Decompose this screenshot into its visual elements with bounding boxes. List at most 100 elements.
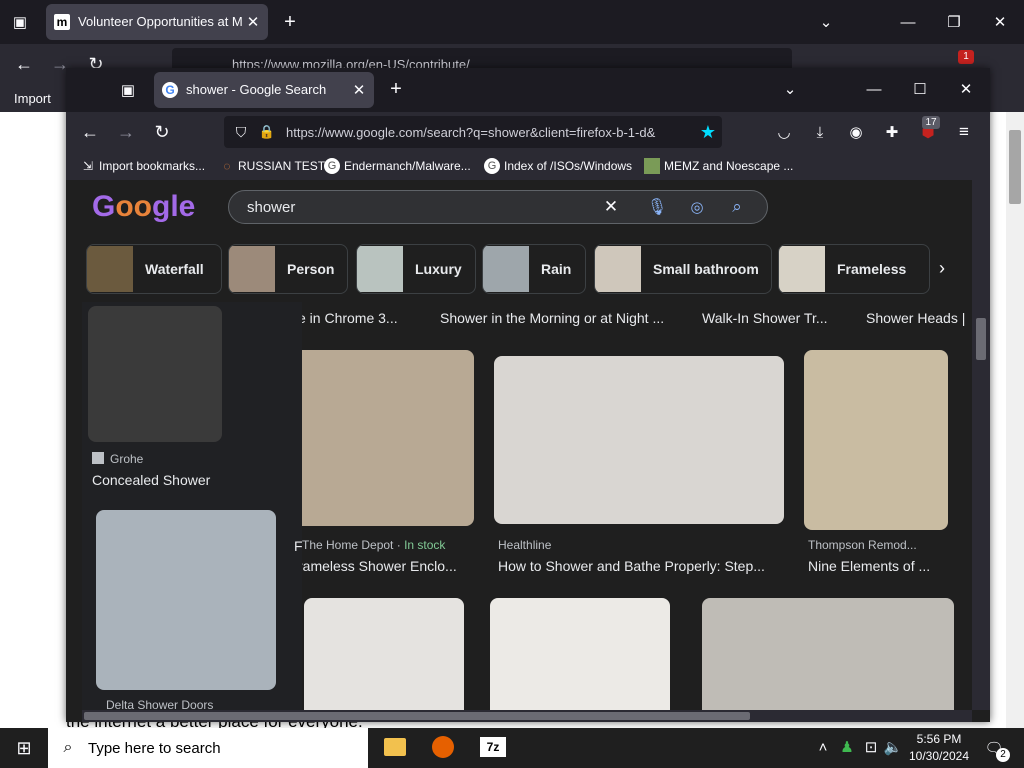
new-tab-icon[interactable]: + <box>386 78 406 100</box>
result-title[interactable]: Shower Heads | <box>866 310 965 326</box>
partial-caption: F <box>294 538 303 554</box>
front-tab-active[interactable]: G shower - Google Search ✕ <box>154 72 374 108</box>
loading-icon: ◌ <box>223 159 231 173</box>
close-window-icon[interactable]: ✕ <box>990 12 1010 32</box>
front-url-text: https://www.google.com/search?q=shower&c… <box>286 125 656 140</box>
google-doodle-logo[interactable]: Google <box>92 190 195 224</box>
notification-count-badge: 2 <box>996 748 1010 762</box>
seven-zip-icon[interactable]: 7z <box>480 737 506 757</box>
search-input[interactable]: shower <box>247 199 295 216</box>
chip-waterfall[interactable]: Waterfall <box>86 244 222 294</box>
shield-icon[interactable]: ⛉ <box>232 123 250 141</box>
firefox-icon[interactable] <box>432 736 454 758</box>
menu-icon[interactable]: ≡ <box>954 122 974 142</box>
result-image[interactable] <box>88 306 222 442</box>
bookmark-item[interactable]: Index of /ISOs/Windows <box>504 159 632 173</box>
back-scroll-thumb[interactable] <box>1009 130 1021 204</box>
tray-app-icon[interactable]: ♟ <box>838 738 856 756</box>
mic-icon[interactable]: 🎙 <box>647 197 667 217</box>
import-icon: ⇲ <box>82 159 94 173</box>
result-image[interactable] <box>494 356 784 524</box>
result-title[interactable]: Shower in the Morning or at Night ... <box>440 310 664 326</box>
chip-label: Luxury <box>415 261 462 277</box>
result-title[interactable]: Nine Elements of ... <box>808 558 930 574</box>
network-icon[interactable]: ⊡ <box>862 738 880 756</box>
back-scrollbar[interactable] <box>1006 112 1024 728</box>
chevron-down-icon[interactable]: ⌄ <box>780 79 800 99</box>
result-title[interactable]: How to Shower and Bathe Properly: Step..… <box>498 558 765 574</box>
close-icon[interactable]: ✕ <box>350 81 368 99</box>
lens-icon[interactable]: ◎ <box>687 197 707 217</box>
globe-icon: G <box>484 158 500 174</box>
close-window-icon[interactable]: ✕ <box>956 79 976 99</box>
chip-label: Frameless <box>837 261 907 277</box>
chevron-up-icon[interactable]: ˄ <box>814 738 832 756</box>
new-tab-icon[interactable]: + <box>280 11 300 33</box>
volume-icon[interactable]: 🔈 <box>884 738 903 756</box>
front-url-bar[interactable]: ⛉ 🔒 https://www.google.com/search?q=show… <box>224 116 722 148</box>
taskbar-time[interactable]: 5:56 PM <box>908 732 970 746</box>
chip-rain[interactable]: Rain <box>482 244 586 294</box>
close-icon[interactable]: ✕ <box>244 13 262 31</box>
taskbar-search-box[interactable]: ⌕ Type here to search <box>48 728 368 768</box>
result-source: Grohe <box>110 452 144 466</box>
result-image[interactable] <box>804 350 948 530</box>
search-icon[interactable]: ⌕ <box>727 197 747 217</box>
result-source: The Home Depot · In stock <box>302 538 446 552</box>
back-bookmark-import[interactable]: Import <box>14 91 51 106</box>
maximize-icon[interactable]: ☐ <box>910 79 930 99</box>
chip-small-bathroom[interactable]: Small bathroom <box>594 244 772 294</box>
restore-icon[interactable]: ❐ <box>944 12 964 32</box>
bookmark-item[interactable]: RUSSIAN TEST <box>238 159 325 173</box>
front-scroll-thumb[interactable] <box>976 318 986 360</box>
chip-person[interactable]: Person <box>228 244 348 294</box>
tab-manager-icon[interactable]: ▣ <box>10 12 30 32</box>
front-tab-bar: ▣ G shower - Google Search ✕ + ⌄ — ☐ ✕ <box>66 68 990 112</box>
result-title[interactable]: e in Chrome 3... <box>298 310 398 326</box>
reload-icon[interactable]: ↻ <box>152 122 172 142</box>
chevron-right-icon[interactable]: › <box>932 258 952 278</box>
chevron-down-icon[interactable]: ⌄ <box>816 12 836 32</box>
pocket-icon[interactable]: ◡ <box>774 122 794 142</box>
minimize-icon[interactable]: — <box>898 12 918 32</box>
account-icon[interactable]: ◉ <box>846 122 866 142</box>
horizontal-scroll-thumb[interactable] <box>84 712 750 720</box>
bookmark-item[interactable]: Import bookmarks... <box>99 159 205 173</box>
taskbar-date[interactable]: 10/30/2024 <box>906 749 972 763</box>
chip-thumb <box>779 246 825 292</box>
chip-luxury[interactable]: Luxury <box>356 244 476 294</box>
clear-icon[interactable]: ✕ <box>601 197 621 217</box>
horizontal-scrollbar[interactable] <box>82 710 972 722</box>
search-box[interactable]: shower ✕ 🎙 ◎ ⌕ <box>228 190 768 224</box>
forward-arrow-icon[interactable]: → <box>116 122 136 142</box>
result-image[interactable] <box>294 350 474 526</box>
result-image[interactable] <box>304 598 464 722</box>
result-title[interactable]: rameless Shower Enclo... <box>298 558 457 574</box>
front-scrollbar[interactable] <box>972 180 990 710</box>
back-arrow-icon[interactable]: ← <box>80 122 100 142</box>
download-icon[interactable]: ⤓ <box>810 122 830 142</box>
tab-manager-icon[interactable]: ▣ <box>118 80 138 100</box>
front-nav-bar: ← → ↻ ⛉ 🔒 https://www.google.com/search?… <box>66 112 990 152</box>
result-image[interactable] <box>490 598 670 722</box>
chip-label: Waterfall <box>145 261 204 277</box>
lock-icon[interactable]: 🔒 <box>258 123 276 141</box>
bookmark-item[interactable]: MEMZ and Noescape ... <box>664 159 793 173</box>
result-title[interactable]: Concealed Shower <box>92 472 210 488</box>
result-image[interactable] <box>96 510 276 690</box>
extensions-icon[interactable]: ✚ <box>882 122 902 142</box>
chip-thumb <box>357 246 403 292</box>
result-image[interactable] <box>702 598 954 722</box>
bookmark-item[interactable]: Endermanch/Malware... <box>344 159 471 173</box>
bookmark-star-icon[interactable]: ★ <box>698 122 718 142</box>
back-tab-active[interactable]: m Volunteer Opportunities at Moz ✕ <box>46 4 268 40</box>
google-results-page: Google shower ✕ 🎙 ◎ ⌕ Waterfall Person L… <box>66 180 990 722</box>
minimize-icon[interactable]: — <box>864 79 884 99</box>
extension-badge: 1 <box>958 50 974 64</box>
file-explorer-icon[interactable] <box>384 738 406 756</box>
chip-frameless[interactable]: Frameless <box>778 244 930 294</box>
windows-start-icon[interactable]: ⊞ <box>14 738 34 758</box>
result-title[interactable]: Walk-In Shower Tr... <box>702 310 828 326</box>
search-icon: ⌕ <box>63 739 73 756</box>
back-arrow-icon[interactable]: ← <box>14 54 34 74</box>
